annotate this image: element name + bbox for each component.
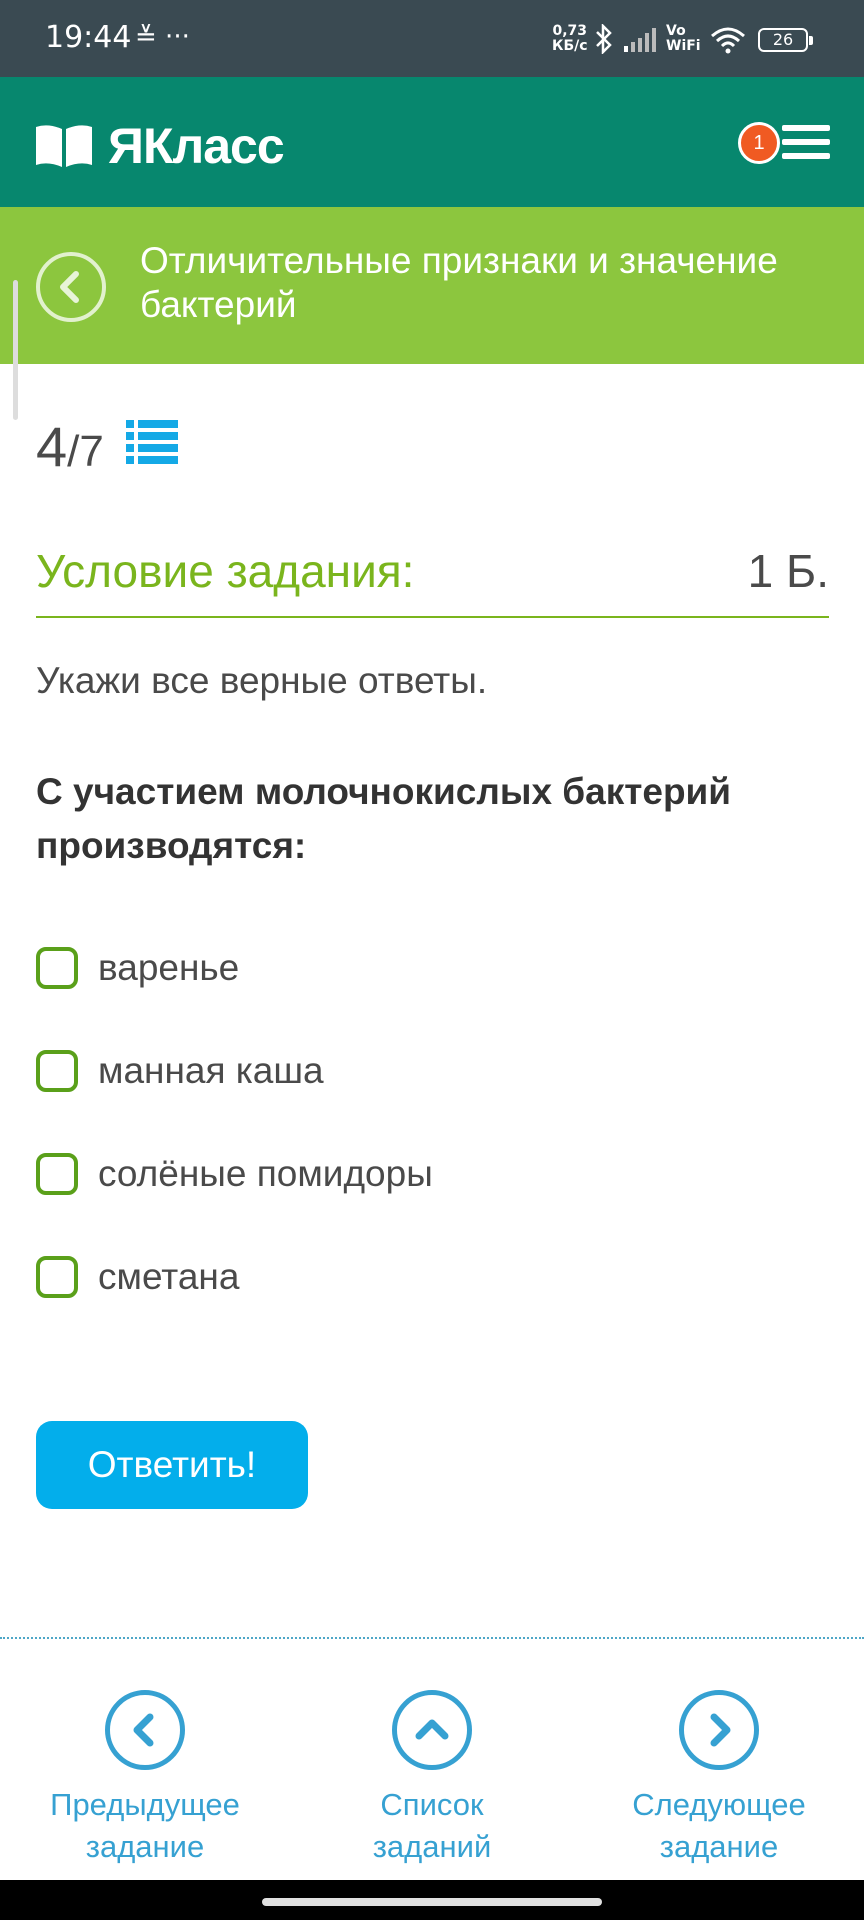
status-time: 19:44 [45, 20, 132, 55]
network-speed: 0,73 КБ/с [552, 24, 588, 54]
system-nav-bar [0, 1880, 864, 1920]
task-list-icon[interactable] [126, 418, 178, 469]
option-checkbox[interactable] [36, 947, 78, 989]
next-task-button[interactable]: Следующее задание [599, 1690, 839, 1868]
home-indicator[interactable] [262, 1898, 602, 1906]
task-points: 1 Б. [747, 545, 829, 597]
chevron-right-icon [679, 1690, 759, 1770]
book-icon [36, 125, 92, 167]
task-progress: 4 /7 [36, 414, 104, 479]
answer-button[interactable]: Ответить! [36, 1421, 308, 1509]
prev-task-button[interactable]: Предыдущее задание [25, 1690, 265, 1868]
option-label: манная каша [98, 1050, 324, 1091]
prev-task-label: Предыдущее задание [25, 1784, 265, 1868]
chevron-left-icon [60, 271, 79, 303]
task-list-button[interactable]: Список заданий [312, 1690, 552, 1868]
scroll-indicator [13, 280, 18, 420]
option-label: варенье [98, 947, 240, 988]
condition-header: Условие задания: 1 Б. [36, 540, 829, 618]
vowifi-bottom: WiFi [666, 38, 701, 54]
next-task-label: Следующее задание [599, 1784, 839, 1868]
back-button[interactable] [36, 252, 106, 322]
chevron-left-icon [105, 1690, 185, 1770]
menu-button[interactable]: 1 [738, 117, 830, 167]
next-task-label-line1: Следующее [632, 1787, 806, 1822]
network-speed-value: 0,73 [552, 23, 588, 39]
condition-title: Условие задания: [36, 545, 415, 597]
chevron-up-icon [392, 1690, 472, 1770]
wifi-icon [710, 26, 746, 59]
task-instruction: Укажи все верные ответы. [36, 660, 488, 701]
total-tasks: /7 [67, 427, 104, 476]
next-task-label-line2: задание [659, 1829, 779, 1864]
prev-task-label-line1: Предыдущее [50, 1787, 240, 1822]
vowifi-top: Vo [666, 23, 686, 39]
option-checkbox[interactable] [36, 1050, 78, 1092]
notification-badge: 1 [738, 122, 780, 164]
hamburger-icon [782, 125, 830, 159]
bluetooth-icon [593, 22, 615, 59]
status-bar: 19:44 ≚ ··· 0,73 КБ/с Vo WiFi 26 [0, 0, 864, 77]
logo-text: ЯКласс [108, 118, 285, 174]
task-list-label: Список заданий [312, 1784, 552, 1868]
signal-icon [624, 28, 658, 57]
battery-icon: 26 [758, 28, 813, 52]
app-header: ЯКласс 1 [0, 77, 864, 207]
option-label: сметана [98, 1256, 240, 1297]
answer-option[interactable]: сметана [36, 1256, 239, 1298]
nav-divider [0, 1637, 864, 1639]
option-checkbox[interactable] [36, 1153, 78, 1195]
answer-option[interactable]: варенье [36, 947, 239, 989]
task-list-label-line1: Список [380, 1787, 484, 1822]
yaklass-logo[interactable]: ЯКласс [34, 117, 285, 175]
task-list-label-line2: заданий [372, 1829, 492, 1864]
topic-title: Отличительные признаки и значение бактер… [140, 240, 778, 325]
task-question: С участием молочнокислых бактерий произв… [36, 771, 732, 866]
answer-option[interactable]: солёные помидоры [36, 1153, 433, 1195]
prev-task-label-line2: задание [85, 1829, 205, 1864]
option-checkbox[interactable] [36, 1256, 78, 1298]
notification-icons: ≚ ··· [135, 22, 190, 52]
option-label: солёные помидоры [98, 1153, 433, 1194]
current-task-number: 4 [36, 415, 68, 478]
network-speed-unit: КБ/с [552, 38, 588, 54]
answer-option[interactable]: манная каша [36, 1050, 324, 1092]
topic-bar: Отличительные признаки и значение бактер… [0, 207, 864, 364]
vowifi-icon: Vo WiFi [666, 24, 701, 54]
